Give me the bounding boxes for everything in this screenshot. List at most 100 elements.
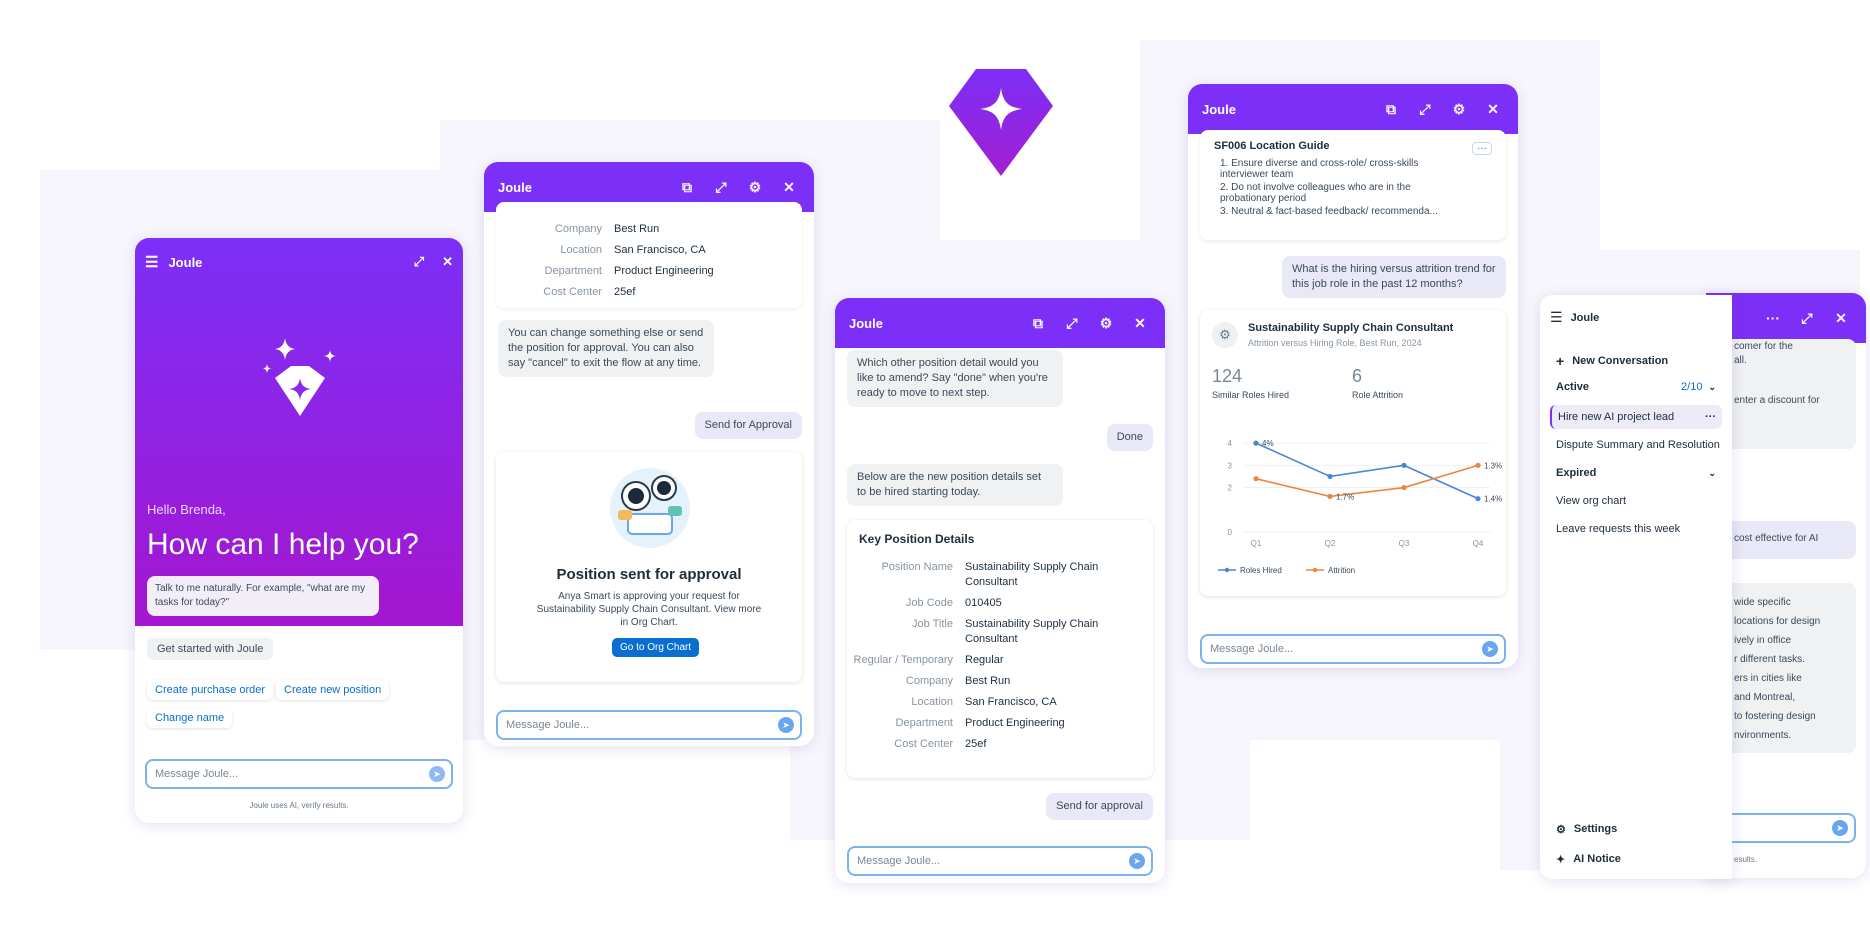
send-icon[interactable]: ➤ bbox=[1482, 641, 1498, 657]
x-tick-label: Q2 bbox=[1325, 539, 1336, 548]
success-text: Anya Smart is approving your request for… bbox=[536, 591, 762, 628]
ai-notice-item[interactable]: ✦ AI Notice bbox=[1550, 847, 1722, 871]
gear-icon[interactable]: ⚙ bbox=[1448, 98, 1470, 120]
trend-line-chart: 4 3 2 0 Q1 Q2 Q3 Q4 4% 1.4% 1.7% 1.3% Roles Hired Att… bbox=[1218, 439, 1502, 575]
joule-window-home: ☰ Joule ⤢ ✕ Hello Brenda, How can I help… bbox=[135, 238, 463, 823]
guide-item: 2. Do not involve colleagues who are in … bbox=[1220, 182, 1411, 204]
data-point bbox=[1327, 473, 1333, 480]
user-message: Done bbox=[1106, 424, 1153, 451]
joule-window-approval: Joule ⧉ ⤢ ⚙ ✕ Company Best Run Location Sa… bbox=[484, 162, 814, 746]
kpi-value: 6 bbox=[1352, 366, 1363, 386]
more-button[interactable]: ··· bbox=[1472, 142, 1492, 155]
expand-icon[interactable]: ⤢ bbox=[1061, 312, 1083, 334]
message-fragment: and Montreal, bbox=[1734, 692, 1796, 703]
message-fragment: all. bbox=[1734, 355, 1747, 366]
role-icon: ⚙ bbox=[1212, 322, 1238, 348]
get-started-pill[interactable]: Get started with Joule bbox=[147, 638, 274, 660]
data-label: 4% bbox=[1262, 439, 1274, 448]
expand-icon[interactable]: ⤢ bbox=[414, 254, 424, 270]
close-icon[interactable]: ✕ bbox=[778, 176, 800, 198]
history-icon[interactable]: ⧉ bbox=[676, 176, 698, 198]
kpi-label: Role Attrition bbox=[1352, 390, 1404, 400]
close-icon[interactable]: ✕ bbox=[1129, 312, 1151, 334]
send-icon[interactable]: ➤ bbox=[1129, 853, 1145, 869]
card-title: Sustainability Supply Chain Consultant bbox=[1248, 322, 1454, 334]
conversation-item[interactable]: Hire new AI project lead ··· bbox=[1550, 405, 1722, 429]
x-tick-label: Q1 bbox=[1251, 539, 1262, 548]
detail-row: Location San Francisco, CA bbox=[560, 244, 706, 256]
message-input[interactable]: Message Joule... ➤ bbox=[847, 846, 1153, 876]
chip-change-name[interactable]: Change name bbox=[147, 708, 233, 728]
close-icon[interactable]: ✕ bbox=[442, 254, 453, 270]
joule-logo-icon bbox=[949, 69, 1053, 176]
expand-icon[interactable]: ⤢ bbox=[710, 176, 732, 198]
history-icon[interactable]: ⧉ bbox=[1380, 98, 1402, 120]
history-icon[interactable]: ⧉ bbox=[1027, 312, 1049, 334]
more-icon[interactable]: ··· bbox=[1705, 411, 1716, 423]
gear-icon[interactable]: ⚙ bbox=[744, 176, 766, 198]
conversation-item[interactable]: Dispute Summary and Resolution bbox=[1550, 433, 1722, 457]
astronaut-illustration-icon bbox=[610, 468, 690, 548]
analytics-card: ⚙ Sustainability Supply Chain Consultant… bbox=[1200, 310, 1506, 596]
settings-item[interactable]: ⚙ Settings bbox=[1550, 817, 1722, 841]
user-message: Send for approval bbox=[1046, 793, 1153, 820]
chip-create-new-position[interactable]: Create new position bbox=[276, 680, 390, 700]
joule-window-analytics: Joule ⧉ ⤢ ⚙ ✕ SF006 Location Guide ··· 1… bbox=[1188, 84, 1518, 668]
message-fragment: ively in office bbox=[1734, 635, 1792, 646]
close-icon[interactable]: ✕ bbox=[1830, 307, 1852, 329]
hint-bubble: Talk to me naturally. For example, "what… bbox=[147, 576, 379, 616]
chip-create-purchase-order[interactable]: Create purchase order bbox=[147, 680, 274, 700]
message-input[interactable]: Message Joule... ➤ bbox=[145, 759, 453, 789]
card-subtitle: Attrition versus Hiring Role, Best Run, … bbox=[1248, 338, 1422, 348]
expired-section-header[interactable]: Expired ⌄ bbox=[1550, 461, 1722, 485]
guide-item: 1. Ensure diverse and cross-role/ cross-… bbox=[1220, 158, 1419, 180]
message-input[interactable]: Message Joule... ➤ bbox=[496, 710, 802, 740]
new-conversation-button[interactable]: + New Conversation bbox=[1550, 349, 1722, 373]
data-point bbox=[1401, 462, 1407, 468]
sidebar-header: ☰ Joule bbox=[1550, 309, 1599, 326]
active-section-header[interactable]: Active 2/10 ⌄ bbox=[1550, 375, 1722, 399]
conversation-sidebar: ☰ Joule + New Conversation Active 2/10 ⌄… bbox=[1540, 295, 1732, 879]
disclaimer: Joule uses AI, verify results. bbox=[249, 801, 349, 810]
window-title: Joule bbox=[498, 179, 532, 195]
window-title: Joule bbox=[849, 315, 883, 331]
joule-window-position-details: Joule ⧉ ⤢ ⚙ ✕ Which other position detai… bbox=[835, 298, 1165, 883]
window-header: Joule ⧉ ⤢ ⚙ ✕ bbox=[835, 298, 1165, 348]
message-input[interactable]: Message Joule... ➤ bbox=[1200, 634, 1506, 664]
close-icon[interactable]: ✕ bbox=[1482, 98, 1504, 120]
go-to-org-chart-button[interactable]: Go to Org Chart bbox=[612, 638, 700, 657]
chevron-down-icon: ⌄ bbox=[1708, 381, 1716, 392]
chevron-down-icon: ⌄ bbox=[1708, 467, 1716, 478]
series-line bbox=[1255, 464, 1479, 498]
legend-label: Roles Hired bbox=[1240, 566, 1282, 575]
legend-marker bbox=[1224, 567, 1230, 573]
kpi-label: Similar Roles Hired bbox=[1212, 390, 1290, 400]
send-icon[interactable]: ➤ bbox=[1832, 820, 1848, 836]
send-icon[interactable]: ➤ bbox=[429, 766, 445, 782]
gear-icon[interactable]: ⚙ bbox=[1095, 312, 1117, 334]
y-tick-label: 4 bbox=[1228, 439, 1233, 448]
headline: How can I help you? bbox=[147, 528, 419, 561]
x-tick-label: Q4 bbox=[1473, 539, 1484, 548]
expand-icon[interactable]: ⤢ bbox=[1414, 98, 1436, 120]
y-tick-label: 3 bbox=[1228, 461, 1233, 470]
menu-icon[interactable]: ☰ bbox=[145, 253, 158, 271]
more-icon[interactable]: ··· bbox=[1762, 307, 1784, 329]
legend-label: Attrition bbox=[1328, 566, 1355, 575]
series-line bbox=[1255, 442, 1479, 500]
message-fragment: wide specific bbox=[1734, 597, 1791, 608]
detail-row: Location San Francisco, CA bbox=[911, 696, 1057, 708]
message-fragment: to fostering design bbox=[1734, 711, 1816, 722]
conversation-item[interactable]: View org chart bbox=[1550, 489, 1722, 513]
conversation-item[interactable]: Leave requests this week bbox=[1550, 517, 1722, 541]
detail-row: Job Code 010405 bbox=[905, 597, 1002, 609]
message-fragment: r different tasks. bbox=[1734, 654, 1805, 665]
legend-marker bbox=[1312, 567, 1318, 573]
data-point bbox=[1475, 462, 1481, 468]
data-label: 1.7% bbox=[1336, 492, 1354, 501]
user-message: What is the hiring versus attrition tren… bbox=[1282, 256, 1506, 298]
expand-icon[interactable]: ⤢ bbox=[1796, 307, 1818, 329]
send-icon[interactable]: ➤ bbox=[778, 717, 794, 733]
detail-row: Company Best Run bbox=[905, 675, 1011, 687]
menu-icon[interactable]: ☰ bbox=[1550, 309, 1563, 326]
